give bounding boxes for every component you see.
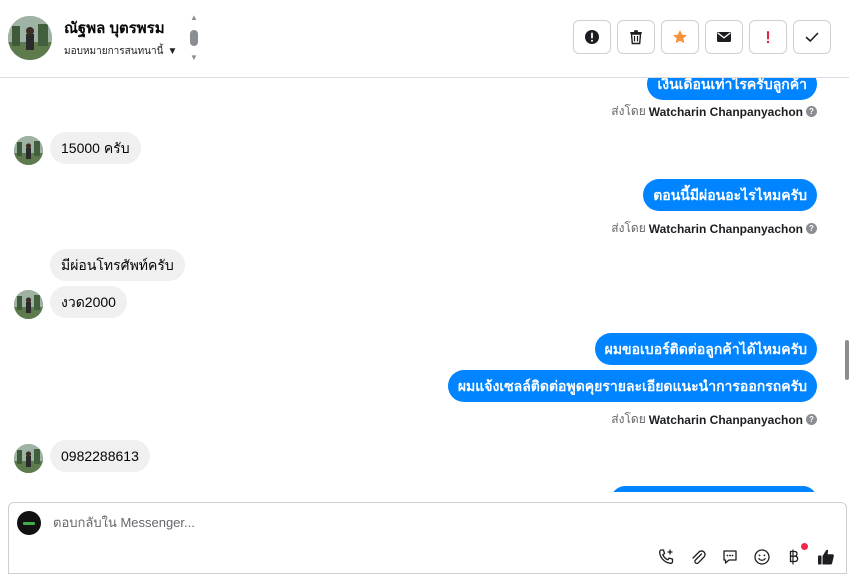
star-icon [673, 30, 687, 44]
outgoing-message-partial[interactable] [611, 486, 817, 492]
arrow-down-icon[interactable]: ▼ [190, 54, 198, 62]
message-thread[interactable]: เงินเดือนเท่าไรครับลูกค้า ส่งโดย Watchar… [0, 78, 849, 492]
like-button[interactable] [816, 547, 836, 567]
sent-by-prefix: ส่งโดย [611, 104, 646, 118]
contact-avatar-small[interactable] [14, 444, 43, 473]
spam-button[interactable] [573, 20, 611, 54]
info-icon[interactable]: ? [806, 414, 817, 425]
call-button[interactable] [656, 547, 676, 567]
baht-icon [789, 549, 799, 565]
sent-by-prefix: ส่งโดย [611, 412, 646, 426]
emoji-icon [754, 549, 770, 565]
conversation-header: ณัฐพล บุตรพรม มอบหมายการสนทนานี้ ▼ ▲ ▼ [0, 0, 849, 78]
caret-down-icon: ▼ [167, 46, 178, 57]
phone-add-icon [659, 549, 674, 564]
contact-avatar-small[interactable] [14, 290, 43, 319]
sender-name[interactable]: Watcharin Chanpanyachon [649, 413, 803, 427]
sent-by-line: ส่งโดย Watcharin Chanpanyachon ? [611, 219, 817, 238]
outgoing-message[interactable]: ผมขอเบอร์ติดต่อลูกค้าได้ไหมครับ [594, 333, 817, 365]
envelope-icon [717, 32, 731, 42]
exclamation-icon [766, 31, 770, 44]
assign-conversation-dropdown[interactable]: มอบหมายการสนทนานี้ ▼ [64, 44, 177, 59]
arrow-up-icon[interactable]: ▲ [190, 14, 198, 22]
notification-dot [801, 543, 808, 550]
info-icon[interactable]: ? [806, 106, 817, 117]
incoming-message[interactable]: 0982288613 [50, 440, 150, 472]
thread-scrollbar[interactable] [845, 340, 849, 380]
alert-circle-icon [585, 30, 599, 44]
conversation-actions [573, 20, 831, 54]
sender-name[interactable]: Watcharin Chanpanyachon [649, 222, 803, 236]
paperclip-icon [692, 550, 706, 565]
composer-tools [656, 543, 836, 567]
delete-button[interactable] [617, 20, 655, 54]
trash-icon [630, 30, 642, 45]
outgoing-message[interactable]: เงินเดือนเท่าไรครับลูกค้า [647, 78, 817, 100]
info-icon[interactable]: ? [806, 223, 817, 234]
conversation-stepper[interactable]: ▲ ▼ [188, 14, 200, 62]
incoming-message[interactable]: 15000 ครับ [50, 132, 141, 164]
incoming-message[interactable]: งวด2000 [50, 286, 127, 318]
star-button[interactable] [661, 20, 699, 54]
contact-avatar[interactable] [8, 16, 52, 60]
reply-composer [8, 502, 847, 574]
page-avatar [17, 511, 41, 535]
sender-name[interactable]: Watcharin Chanpanyachon [649, 105, 803, 119]
outgoing-message[interactable]: ตอนนี้มีผ่อนอะไรไหมครับ [643, 179, 817, 211]
mark-unread-button[interactable] [705, 20, 743, 54]
follow-up-button[interactable] [749, 20, 787, 54]
sent-by-line: ส่งโดย Watcharin Chanpanyachon ? [611, 410, 817, 429]
thumbs-up-icon [818, 549, 834, 565]
done-button[interactable] [793, 20, 831, 54]
saved-replies-button[interactable] [720, 547, 740, 567]
contact-name[interactable]: ณัฐพล บุตรพรม [64, 16, 165, 40]
outgoing-message[interactable]: ผมแจ้งเซลล์ติดต่อพูดคุยรายละเอียดแนะนำกา… [447, 370, 817, 402]
reply-input[interactable] [53, 515, 753, 530]
checkmark-icon [805, 32, 819, 42]
sent-by-line: ส่งโดย Watcharin Chanpanyachon ? [611, 102, 817, 121]
incoming-message[interactable]: มีผ่อนโทรศัพท์ครับ [50, 249, 185, 281]
emoji-button[interactable] [752, 547, 772, 567]
contact-avatar-small[interactable] [14, 136, 43, 165]
assign-label: มอบหมายการสนทนานี้ [64, 46, 164, 57]
sent-by-prefix: ส่งโดย [611, 221, 646, 235]
payment-button[interactable] [784, 543, 808, 567]
saved-reply-icon [723, 550, 737, 564]
attach-button[interactable] [688, 547, 708, 567]
stepper-thumb [190, 30, 198, 46]
